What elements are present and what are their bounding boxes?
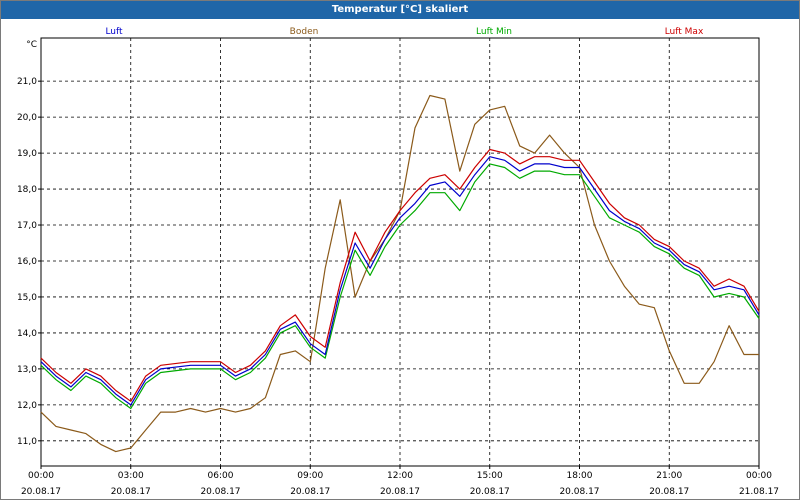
y-tick-label: 16,0	[17, 257, 37, 267]
y-tick-label: 17,0	[17, 221, 37, 231]
y-tick-label: 15,0	[17, 293, 37, 303]
x-tick-time: 00:00	[28, 471, 54, 481]
y-tick-label: 20,0	[17, 113, 37, 123]
legend-boden: Boden	[290, 27, 319, 37]
x-tick-time: 21:00	[656, 471, 682, 481]
y-tick-label: 19,0	[17, 149, 37, 159]
temperature-chart: 11,0 12,0 13,0 14,0 15,0 16,0 17,0 18,0 19,0 20,0…	[17, 27, 779, 497]
y-tick-label: 13,0	[17, 365, 37, 375]
x-tick-time: 00:00	[746, 471, 772, 481]
x-tick-date: 20.08.17	[111, 487, 151, 497]
x-tick-time: 18:00	[567, 471, 593, 481]
x-tick-date: 20.08.17	[21, 487, 61, 497]
x-tick-date: 20.08.17	[380, 487, 420, 497]
x-tick-date: 20.08.17	[290, 487, 330, 497]
x-tick-date: 20.08.17	[649, 487, 689, 497]
x-tick-date: 20.08.17	[470, 487, 510, 497]
x-tick-time: 09:00	[297, 471, 323, 481]
legend-luft: Luft	[105, 27, 123, 37]
x-tick-time: 15:00	[477, 471, 503, 481]
y-tick-label: 14,0	[17, 329, 37, 339]
legend-luft-min: Luft Min	[476, 27, 512, 37]
x-tick-time: 06:00	[208, 471, 234, 481]
chart-window: Temperatur [°C] skaliert 11,0 12,0 13,0 14,…	[0, 0, 800, 500]
legend-luft-max: Luft Max	[665, 27, 704, 37]
plot-area	[40, 37, 760, 467]
y-tick-label: 18,0	[17, 185, 37, 195]
y-tick-label: 11,0	[17, 437, 37, 447]
x-tick-time: 03:00	[118, 471, 144, 481]
x-tick-time: 12:00	[387, 471, 413, 481]
x-tick-date: 21.08.17	[739, 487, 779, 497]
y-tick-label: 12,0	[17, 401, 37, 411]
y-tick-label: 21,0	[17, 77, 37, 87]
x-tick-date: 20.08.17	[200, 487, 240, 497]
y-unit-label: °C	[26, 40, 37, 50]
x-tick-date: 20.08.17	[559, 487, 599, 497]
